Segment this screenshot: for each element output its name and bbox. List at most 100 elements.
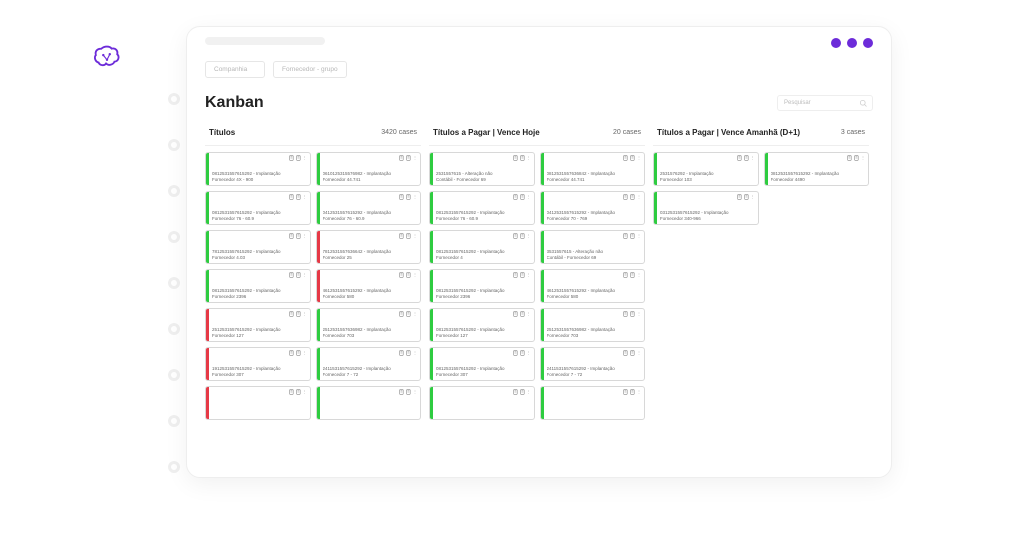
clock-icon bbox=[526, 178, 531, 183]
kanban-card[interactable]: 0812531557615292 - ImplantaçãoFornecedor… bbox=[764, 152, 870, 186]
binding-dot bbox=[168, 93, 180, 105]
card-icons: ⋮ bbox=[513, 389, 531, 395]
kanban-card[interactable]: 0812531557615292 - ImplantaçãoFornecedor… bbox=[429, 308, 535, 342]
cards-grid: 0812531557615292 - ImplantaçãoFornecedor… bbox=[205, 152, 421, 420]
window-control-dot[interactable] bbox=[831, 38, 841, 48]
card-icons: ⋮ bbox=[737, 155, 755, 161]
kanban-card[interactable]: 0412531557615292 - ImplantaçãoFornecedor… bbox=[316, 191, 422, 225]
kanban-card[interactable]: 4612531557615292 - ImplantaçãoFornecedor… bbox=[540, 269, 646, 303]
search-input[interactable]: Pesquisar bbox=[777, 95, 873, 111]
card-icons: ⋮ bbox=[399, 194, 417, 200]
clock-icon bbox=[412, 217, 417, 222]
column-header: Títulos a Pagar | Vence Hoje20 cases bbox=[429, 122, 645, 146]
card-subtitle: Fornecedor 127 bbox=[436, 333, 531, 339]
kanban-card[interactable]: 0812531557636842 - ImplantaçãoFornecedor… bbox=[540, 152, 646, 186]
clock-icon bbox=[302, 295, 307, 300]
logo-brain-icon bbox=[92, 44, 122, 70]
card-subtitle: Fornecedor 7 - 72 bbox=[547, 372, 642, 378]
card-subtitle: Fornecedor 25 bbox=[323, 255, 418, 261]
card-icons: ⋮ bbox=[623, 233, 641, 239]
kanban-card[interactable]: ⋮ bbox=[316, 386, 422, 420]
card-icons: ⋮ bbox=[513, 272, 531, 278]
kanban-card[interactable]: 2512531557636982 - ImplantaçãoFornecedor… bbox=[316, 308, 422, 342]
kanban-card[interactable]: ⋮ bbox=[205, 386, 311, 420]
binding-dot bbox=[168, 277, 180, 289]
kanban-card[interactable]: ⋮ bbox=[540, 386, 646, 420]
header-skeleton-bar bbox=[205, 37, 325, 45]
card-icons: ⋮ bbox=[513, 350, 531, 356]
card-subtitle: Fornecedor 4X - 900 bbox=[212, 177, 307, 183]
window-header bbox=[187, 27, 891, 59]
card-icons: ⋮ bbox=[513, 311, 531, 317]
binding-dot bbox=[168, 139, 180, 151]
search-icon bbox=[859, 99, 868, 108]
kanban-card[interactable]: 0812531557615292 - ImplantaçãoFornecedor… bbox=[205, 152, 311, 186]
kanban-card[interactable]: 0610125315576982 - ImplantaçãoFornecedor… bbox=[316, 152, 422, 186]
kanban-card[interactable]: 3531557615 - Alteração nãoContábil - For… bbox=[540, 230, 646, 264]
clock-icon bbox=[636, 178, 641, 183]
kanban-card[interactable]: 0412531557615292 - ImplantaçãoFornecedor… bbox=[540, 191, 646, 225]
binding-dot bbox=[168, 461, 180, 473]
kanban-card[interactable]: 2531576292 - ImplantaçãoFornecedor 103⋮ bbox=[653, 152, 759, 186]
card-subtitle: Contábil - Fornecedor 69 bbox=[436, 177, 531, 183]
column-title: Títulos a Pagar | Vence Amanhã (D+1) bbox=[657, 128, 800, 137]
kanban-card[interactable]: 2512531557615292 - ImplantaçãoFornecedor… bbox=[205, 308, 311, 342]
kanban-column: Títulos3420 cases 0812531557615292 - Impl… bbox=[205, 122, 421, 473]
kanban-card[interactable]: 0812531557615292 - ImplantaçãoFornecedor… bbox=[429, 191, 535, 225]
kanban-card[interactable]: 7812531557636642 - ImplantaçãoFornecedor… bbox=[316, 230, 422, 264]
clock-icon bbox=[412, 373, 417, 378]
column-header: Títulos3420 cases bbox=[205, 122, 421, 146]
card-icons: ⋮ bbox=[623, 350, 641, 356]
clock-icon bbox=[302, 412, 307, 417]
clock-icon bbox=[636, 334, 641, 339]
binding-dot bbox=[168, 369, 180, 381]
kanban-card[interactable]: 0812531557615292 - ImplantaçãoFornecedor… bbox=[205, 191, 311, 225]
card-subtitle: Fornecedor 4 bbox=[436, 255, 531, 261]
clock-icon bbox=[860, 178, 865, 183]
clock-icon bbox=[526, 334, 531, 339]
kanban-card[interactable]: 2411531557615292 - ImplantaçãoFornecedor… bbox=[540, 347, 646, 381]
card-subtitle: Fornecedor 4.03 bbox=[212, 255, 307, 261]
card-subtitle: Fornecedor 44.741 bbox=[547, 177, 642, 183]
card-icons: ⋮ bbox=[289, 272, 307, 278]
card-subtitle: Fornecedor 307 bbox=[212, 372, 307, 378]
kanban-card[interactable]: 2531557615 - Alteração nãoContábil - For… bbox=[429, 152, 535, 186]
kanban-card[interactable]: 2411531557615292 - ImplantaçãoFornecedor… bbox=[316, 347, 422, 381]
card-subtitle: Fornecedor 44.741 bbox=[323, 177, 418, 183]
card-icons: ⋮ bbox=[399, 233, 417, 239]
kanban-card[interactable]: 7812531557615292 - ImplantaçãoFornecedor… bbox=[205, 230, 311, 264]
card-subtitle: Fornecedor 580 bbox=[323, 294, 418, 300]
search-placeholder: Pesquisar bbox=[784, 100, 811, 106]
clock-icon bbox=[526, 295, 531, 300]
binding-dot bbox=[168, 415, 180, 427]
kanban-card[interactable]: 1912531557615292 - ImplantaçãoFornecedor… bbox=[205, 347, 311, 381]
card-subtitle: Fornecedor 76 - 60.9 bbox=[212, 216, 307, 222]
kanban-card[interactable]: 2512531557636982 - ImplantaçãoFornecedor… bbox=[540, 308, 646, 342]
clock-icon bbox=[302, 256, 307, 261]
card-subtitle: Fornecedor 703 bbox=[323, 333, 418, 339]
card-subtitle: Fornecedor 4490 bbox=[771, 177, 866, 183]
kanban-card[interactable]: 0812531557615292 - ImplantaçãoFornecedor… bbox=[429, 347, 535, 381]
filter-fornecedor[interactable]: Fornecedor - grupo bbox=[273, 61, 347, 78]
kanban-card[interactable]: 0312531557615292 - ImplantaçãoFornecedor… bbox=[653, 191, 759, 225]
clock-icon bbox=[526, 412, 531, 417]
clock-icon bbox=[750, 217, 755, 222]
app-window: Companhia Fornecedor - grupo Kanban Pesq… bbox=[186, 26, 892, 478]
kanban-card[interactable]: 0812531557615292 - ImplantaçãoFornecedor… bbox=[429, 269, 535, 303]
card-icons: ⋮ bbox=[289, 194, 307, 200]
kanban-card[interactable]: 0812531557615292 - ImplantaçãoFornecedor… bbox=[429, 230, 535, 264]
card-icons: ⋮ bbox=[399, 272, 417, 278]
card-icons: ⋮ bbox=[623, 155, 641, 161]
kanban-card[interactable]: ⋮ bbox=[429, 386, 535, 420]
window-control-dot[interactable] bbox=[847, 38, 857, 48]
card-icons: ⋮ bbox=[847, 155, 865, 161]
window-control-dot[interactable] bbox=[863, 38, 873, 48]
card-icons: ⋮ bbox=[399, 155, 417, 161]
kanban-column: Títulos a Pagar | Vence Amanhã (D+1)3 ca… bbox=[653, 122, 869, 473]
kanban-card[interactable]: 0812531557615292 - ImplantaçãoFornecedor… bbox=[205, 269, 311, 303]
column-count: 3420 cases bbox=[381, 129, 417, 136]
kanban-card[interactable]: 4612531557615292 - ImplantaçãoFornecedor… bbox=[316, 269, 422, 303]
filter-companhia[interactable]: Companhia bbox=[205, 61, 265, 78]
card-icons: ⋮ bbox=[289, 155, 307, 161]
page-title: Kanban bbox=[205, 94, 264, 112]
